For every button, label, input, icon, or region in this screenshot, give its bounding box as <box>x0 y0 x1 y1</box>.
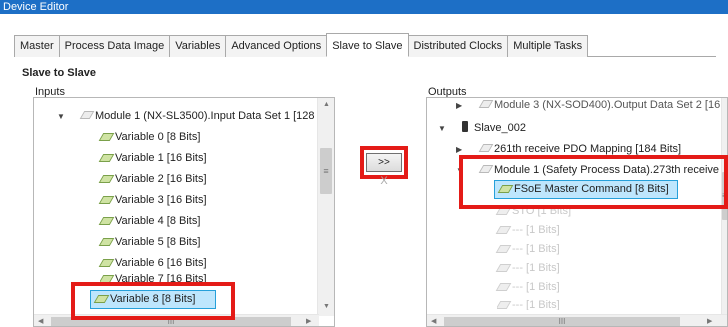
tree-item-variable-0[interactable]: Variable 0 [8 Bits] <box>100 129 200 146</box>
tree-item-variable-2[interactable]: Variable 2 [16 Bits] <box>100 171 207 188</box>
tree-item-variable-5[interactable]: Variable 5 [8 Bits] <box>100 234 200 251</box>
tree-item-input-module[interactable]: Module 1 (NX-SL3500).Input Data Set 1 [1… <box>80 108 315 125</box>
hscroll-thumb[interactable]: III <box>444 317 680 326</box>
tab-multiple-tasks[interactable]: Multiple Tasks <box>507 35 589 57</box>
section-title: Slave to Slave <box>22 67 96 79</box>
variable-icon <box>100 172 113 183</box>
scroll-down-icon[interactable]: ▼ <box>323 303 330 310</box>
scroll-up-icon[interactable]: ▲ <box>323 101 330 108</box>
variable-icon <box>497 280 510 291</box>
variable-icon <box>497 298 510 309</box>
expand-arrow-icon[interactable]: ▶ <box>456 145 462 154</box>
tree-item-variable-1[interactable]: Variable 1 [16 Bits] <box>100 150 207 167</box>
variable-icon <box>100 235 113 246</box>
highlight-box-output <box>459 155 728 209</box>
module-icon <box>479 98 492 109</box>
variable-icon <box>100 256 113 267</box>
tree-item-variable-6[interactable]: Variable 6 [16 Bits] <box>100 255 207 272</box>
tab-advanced-options[interactable]: Advanced Options <box>225 35 328 57</box>
scroll-right-icon[interactable]: ▶ <box>707 317 712 325</box>
unmap-button[interactable]: X <box>378 175 390 187</box>
window-title: Device Editor <box>0 0 728 14</box>
tree-item-reserved-1[interactable]: --- [1 Bits] <box>497 222 560 239</box>
variable-icon <box>100 151 113 162</box>
tab-strip: Master Process Data Image Variables Adva… <box>14 33 716 57</box>
tree-item-variable-4[interactable]: Variable 4 [8 Bits] <box>100 213 200 230</box>
tree-item-reserved-2[interactable]: --- [1 Bits] <box>497 241 560 258</box>
tree-item-reserved-4[interactable]: --- [1 Bits] <box>497 279 560 296</box>
variable-icon <box>497 261 510 272</box>
scroll-left-icon[interactable]: ◀ <box>431 317 436 325</box>
variable-icon <box>497 223 510 234</box>
tree-item-slave-002[interactable]: Slave_002 <box>459 120 526 137</box>
outputs-tree[interactable]: ▶ Module 3 (NX-SOD400).Output Data Set 2… <box>426 97 728 327</box>
variable-icon <box>100 214 113 225</box>
tree-partial-row <box>82 98 282 102</box>
tree-item-variable-7[interactable]: Variable 7 [16 Bits] <box>100 272 207 283</box>
tree-item-variable-3[interactable]: Variable 3 [16 Bits] <box>100 192 207 209</box>
collapse-arrow-icon[interactable]: ▼ <box>57 112 65 121</box>
device-icon <box>459 121 472 132</box>
scroll-thumb[interactable]: ≡ <box>320 148 332 194</box>
scroll-left-icon[interactable]: ◀ <box>38 317 43 325</box>
module-icon <box>80 109 93 120</box>
tree-item-reserved-5[interactable]: --- [1 Bits] <box>497 298 560 310</box>
tab-slave-to-slave[interactable]: Slave to Slave <box>326 33 409 57</box>
expand-arrow-icon[interactable]: ▶ <box>456 101 462 110</box>
module-icon <box>479 142 492 153</box>
tree-item-output-module-3[interactable]: Module 3 (NX-SOD400).Output Data Set 2 [… <box>479 98 720 114</box>
highlight-box-input <box>71 282 235 320</box>
collapse-arrow-icon[interactable]: ▼ <box>438 124 446 133</box>
variable-icon <box>100 193 113 204</box>
variable-icon <box>497 242 510 253</box>
variable-icon <box>100 130 113 141</box>
tab-variables[interactable]: Variables <box>169 35 227 57</box>
inputs-vertical-scrollbar[interactable]: ▲ ≡ ▼ <box>317 98 334 316</box>
scroll-right-icon[interactable]: ▶ <box>306 317 311 325</box>
tab-process-data-image[interactable]: Process Data Image <box>58 35 171 57</box>
variable-icon <box>100 272 113 282</box>
outputs-horizontal-scrollbar[interactable]: ◀ III ▶ <box>427 314 727 326</box>
tab-master[interactable]: Master <box>14 35 60 57</box>
tab-distributed-clocks[interactable]: Distributed Clocks <box>407 35 509 57</box>
tree-item-reserved-3[interactable]: --- [1 Bits] <box>497 260 560 277</box>
